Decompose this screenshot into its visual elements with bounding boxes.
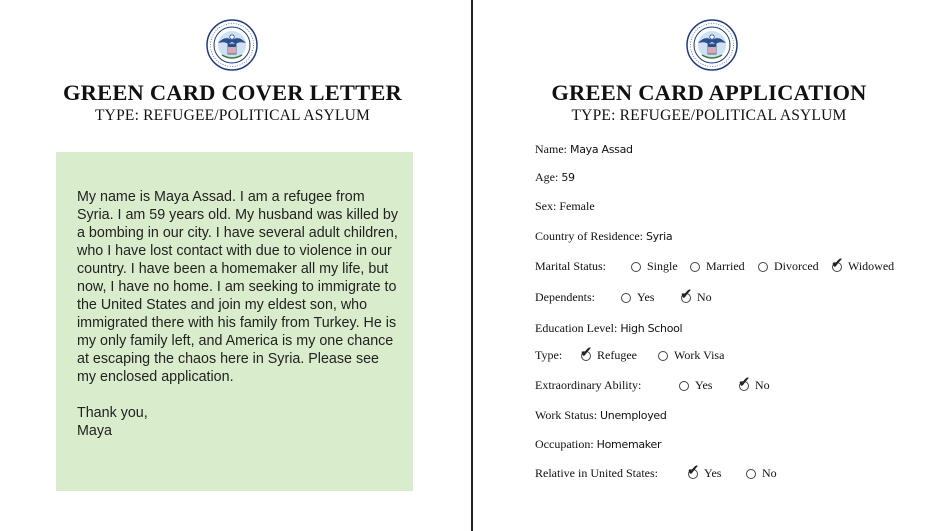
relative-label: Relative in United States: (535, 466, 658, 480)
country-field: Country of Residence: Syria (535, 229, 673, 244)
relative-option-label: No (762, 466, 777, 480)
cover-letter-title: GREEN CARD COVER LETTER (62, 80, 403, 105)
work-status-label: Work Status: (535, 408, 598, 422)
letter-closing: Thank you, (77, 405, 148, 421)
education-value: High School (620, 322, 683, 335)
type-option-label: Work Visa (674, 348, 725, 362)
occupation-label: Occupation: (535, 437, 594, 451)
ability-label: Extraordinary Ability: (535, 378, 642, 392)
sex-value: Female (559, 199, 595, 213)
marital-option-married[interactable]: Married (690, 259, 745, 274)
letter-signature: Maya (77, 423, 112, 439)
country-label: Country of Residence: (535, 229, 643, 243)
radio-icon (631, 261, 641, 272)
radio-icon (621, 292, 631, 303)
education-field: Education Level: High School (535, 321, 683, 336)
checkmark-icon: ✔ (687, 460, 700, 479)
ability-option-label: Yes (695, 378, 713, 392)
dhs-seal-icon (686, 19, 738, 71)
cover-letter-page: GREEN CARD COVER LETTER TYPE: REFUGEE/PO… (0, 0, 471, 531)
ability-option-label: No (755, 378, 770, 392)
age-label: Age: (535, 170, 559, 184)
dhs-seal-icon (206, 19, 258, 71)
letter-box: My name is Maya Assad. I am a refugee fr… (56, 152, 413, 491)
type-option-refugee[interactable]: ✔ Refugee (580, 344, 637, 363)
type-option-label: Refugee (597, 348, 637, 362)
cover-letter-subtitle: TYPE: REFUGEE/POLITICAL ASYLUM (95, 107, 370, 124)
occupation-field: Occupation: Homemaker (535, 437, 661, 452)
relative-option-no[interactable]: No (746, 466, 777, 481)
radio-icon (690, 261, 700, 272)
radio-icon (679, 380, 689, 391)
radio-icon: ✔ (738, 374, 751, 391)
dependents-option-yes[interactable]: Yes (621, 290, 654, 305)
marital-option-label: Divorced (774, 259, 819, 273)
radio-icon: ✔ (580, 344, 593, 361)
work-status-value: Unemployed (600, 409, 667, 422)
dependents-option-label: No (697, 290, 712, 304)
education-label: Education Level: (535, 321, 618, 335)
type-option-work-visa[interactable]: Work Visa (658, 348, 724, 363)
sex-field: Sex: Female (535, 199, 595, 214)
marital-option-label: Single (647, 259, 678, 273)
radio-icon: ✔ (831, 255, 844, 272)
dependents-option-no[interactable]: ✔ No (680, 286, 712, 305)
letter-paragraph: My name is Maya Assad. I am a refugee fr… (77, 189, 399, 385)
checkmark-icon: ✔ (580, 342, 593, 361)
sex-label: Sex: (535, 199, 557, 213)
marital-option-divorced[interactable]: Divorced (758, 259, 819, 274)
marital-option-label: Married (706, 259, 745, 273)
application-subtitle: TYPE: REFUGEE/POLITICAL ASYLUM (571, 107, 847, 124)
radio-icon: ✔ (680, 286, 693, 303)
marital-option-single[interactable]: Single (631, 259, 678, 274)
application-page: GREEN CARD APPLICATION TYPE: REFUGEE/POL… (474, 0, 944, 531)
dependents-option-label: Yes (637, 290, 655, 304)
work-status-field: Work Status: Unemployed (535, 408, 667, 423)
marital-option-label: Widowed (848, 259, 895, 273)
radio-icon (658, 350, 668, 361)
radio-icon (758, 261, 768, 272)
ability-option-no[interactable]: ✔ No (738, 374, 770, 393)
checkmark-icon: ✔ (738, 372, 751, 391)
checkmark-icon: ✔ (680, 284, 693, 303)
age-field: Age: 59 (535, 170, 575, 185)
dependents-label: Dependents: (535, 290, 595, 304)
occupation-value: Homemaker (596, 438, 662, 451)
page-divider (471, 0, 473, 531)
marital-status-label: Marital Status: (535, 259, 606, 273)
type-label: Type: (535, 348, 563, 362)
relative-option-yes[interactable]: ✔ Yes (687, 462, 722, 481)
relative-option-label: Yes (704, 466, 722, 480)
application-title: GREEN CARD APPLICATION (551, 80, 867, 105)
ability-option-yes[interactable]: Yes (679, 378, 712, 393)
country-value: Syria (645, 230, 673, 243)
letter-body: My name is Maya Assad. I am a refugee fr… (77, 188, 402, 440)
name-field: Name: Maya Assad (535, 142, 633, 157)
marital-option-widowed[interactable]: ✔ Widowed (831, 255, 895, 274)
radio-icon: ✔ (687, 462, 700, 479)
checkmark-icon: ✔ (831, 253, 844, 272)
name-value: Maya Assad (570, 143, 633, 156)
name-label: Name: (535, 142, 567, 156)
age-value: 59 (561, 171, 575, 184)
radio-icon (746, 468, 756, 479)
